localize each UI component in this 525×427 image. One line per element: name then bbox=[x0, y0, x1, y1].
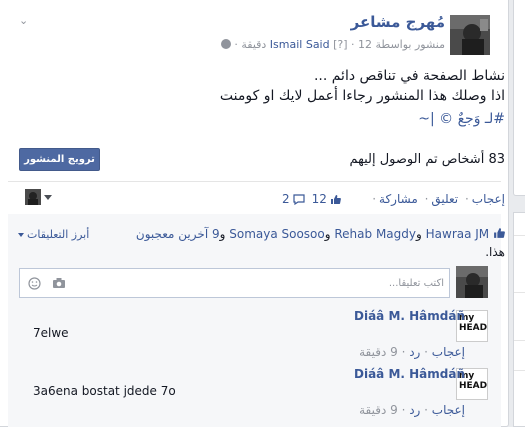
page-switcher-avatar bbox=[25, 189, 41, 205]
share-link[interactable]: مشاركة bbox=[379, 192, 418, 206]
chevron-down-icon bbox=[44, 194, 52, 200]
post-actions: إعجاب· تعليق· مشاركة· bbox=[372, 192, 505, 206]
comment-bubble-icon bbox=[293, 193, 305, 205]
page-avatar[interactable] bbox=[450, 15, 490, 55]
adjacent-divider bbox=[514, 292, 525, 293]
adjacent-card-bottom bbox=[513, 212, 525, 427]
globe-icon[interactable] bbox=[220, 39, 231, 49]
comment-time[interactable]: 9 دقيقة bbox=[359, 345, 398, 359]
conjunction: و bbox=[324, 227, 331, 241]
others-liked-link[interactable]: 9 آخرين معجبون bbox=[136, 227, 220, 241]
hashtag-link[interactable]: #لـ وَجعٌ © |~ bbox=[45, 109, 505, 129]
adjacent-divider bbox=[514, 370, 525, 371]
conjunction: و bbox=[416, 227, 422, 241]
post-body: نشاط الصفحة في تناقص دائم ... اذا وصلك ه… bbox=[45, 66, 505, 129]
likers-suffix: هذا. bbox=[485, 245, 505, 259]
comment-meta: إعجاب · رد · 9 دقيقة bbox=[359, 345, 465, 359]
camera-icon[interactable] bbox=[52, 277, 66, 289]
adjacent-divider bbox=[514, 235, 525, 236]
adjacent-divider bbox=[514, 340, 525, 341]
liker-link[interactable]: Rehab Magdy bbox=[334, 227, 416, 241]
liker-link[interactable]: Somaya Soosoo bbox=[229, 227, 325, 241]
post-options-chevron-icon[interactable]: ⌄ bbox=[19, 14, 28, 27]
comment-author-link[interactable]: Diáâ M. Hâmdáñ bbox=[354, 309, 465, 323]
published-by-label: منشور بواسطة bbox=[375, 38, 445, 51]
comment-time[interactable]: 9 دقيقة bbox=[359, 403, 398, 417]
chevron-down-icon bbox=[18, 232, 24, 237]
comment-author-link[interactable]: Diáâ M. Hâmdáñ bbox=[354, 367, 465, 381]
likers-sentence: Hawraa JM وRehab Magdy وSomaya Soosoo و9… bbox=[105, 225, 505, 261]
comment-link[interactable]: تعليق bbox=[431, 192, 458, 206]
boost-post-button[interactable]: ترويج المنشور bbox=[19, 148, 100, 171]
comments-count[interactable]: 2 bbox=[282, 192, 290, 206]
current-user-avatar bbox=[456, 266, 488, 298]
comment-like-link[interactable]: إعجاب bbox=[432, 403, 465, 417]
top-comments-dropdown[interactable]: أبرز التعليقات bbox=[18, 228, 89, 241]
comment-text: 3a6ena bostat jdede 7o bbox=[33, 384, 176, 398]
like-link[interactable]: إعجاب bbox=[472, 192, 505, 206]
thumbs-up-icon bbox=[330, 194, 341, 204]
author-link[interactable]: Ismail Said bbox=[270, 38, 330, 51]
engagement-counts: 2 12 bbox=[282, 192, 341, 206]
conjunction: و bbox=[219, 227, 226, 241]
adjacent-card-top bbox=[513, 0, 525, 196]
post-as-page-switcher[interactable] bbox=[25, 189, 52, 205]
thumbs-up-icon bbox=[494, 228, 505, 238]
post-text-line: اذا وصلك هذا المنشور رجاءا أعمل لايك او … bbox=[219, 88, 505, 104]
emoji-icon[interactable] bbox=[28, 277, 41, 290]
page-name-link[interactable]: مُهرج مشاعر bbox=[351, 13, 445, 31]
post-meta: منشور بواسطة Ismail Said [?] · 12 دقيقة … bbox=[220, 38, 445, 51]
reach-count[interactable]: 83 أشخاص تم الوصول إليهم bbox=[349, 152, 505, 167]
comment-input[interactable] bbox=[74, 273, 444, 293]
top-comments-label: أبرز التعليقات bbox=[27, 228, 90, 241]
likes-count[interactable]: 12 bbox=[312, 192, 327, 206]
comment-text: 7elwe bbox=[33, 326, 69, 340]
liker-link[interactable]: Hawraa JM bbox=[426, 227, 490, 241]
comment-reply-link[interactable]: رد bbox=[409, 345, 420, 359]
divider bbox=[8, 181, 501, 182]
comment-input-box bbox=[19, 268, 450, 298]
info-badge[interactable]: [?] bbox=[333, 38, 347, 51]
comment-like-link[interactable]: إعجاب bbox=[432, 345, 465, 359]
comment-meta: إعجاب · رد · 9 دقيقة bbox=[359, 403, 465, 417]
post-text-line: نشاط الصفحة في تناقص دائم ... bbox=[313, 68, 505, 84]
comment-reply-link[interactable]: رد bbox=[409, 403, 420, 417]
